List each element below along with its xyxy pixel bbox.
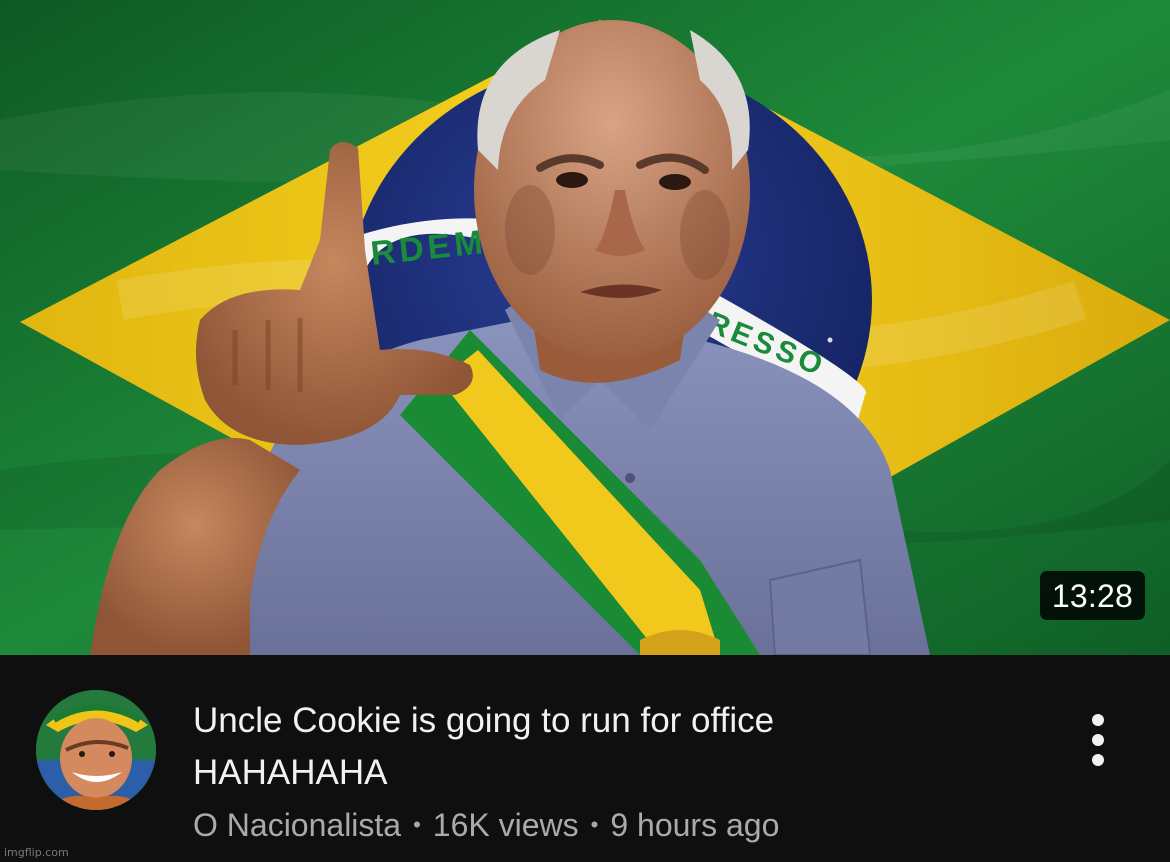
kebab-dot [1092, 714, 1104, 726]
video-title[interactable]: Uncle Cookie is going to run for office … [193, 695, 1023, 799]
view-count: 16K views [432, 807, 579, 843]
video-subline: O Nacionalista • 16K views • 9 hours ago [193, 805, 779, 845]
video-card[interactable]: RDEM RESSO 13:28 Uncle Cookie is going t… [0, 0, 1170, 862]
more-vert-icon[interactable] [1078, 710, 1118, 770]
duration-badge: 13:28 [1039, 571, 1145, 620]
channel-avatar[interactable] [36, 690, 156, 810]
imgflip-watermark: imgflip.com [4, 846, 69, 859]
video-metadata: Uncle Cookie is going to run for office … [0, 655, 1170, 862]
avatar-image [36, 690, 156, 810]
separator-dot: • [590, 812, 599, 837]
video-thumbnail[interactable]: RDEM RESSO 13:28 [0, 0, 1170, 655]
upload-age: 9 hours ago [610, 807, 780, 843]
separator-dot: • [413, 812, 421, 837]
kebab-dot [1092, 754, 1104, 766]
channel-name[interactable]: O Nacionalista [193, 807, 401, 843]
kebab-dot [1092, 734, 1104, 746]
thumbnail-image: RDEM RESSO [0, 0, 1170, 655]
